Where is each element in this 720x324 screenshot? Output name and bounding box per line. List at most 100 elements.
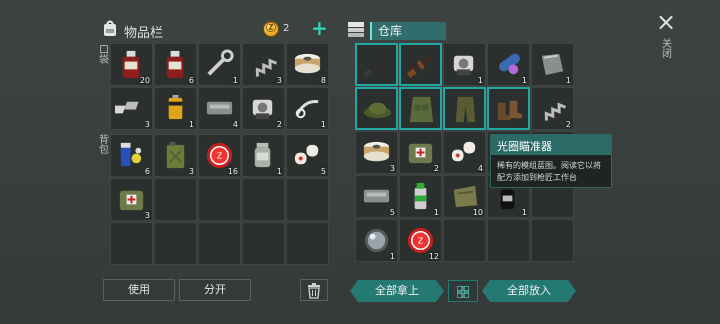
put-all-button[interactable]: 全部放入 bbox=[482, 280, 576, 302]
blood-bottle-icon bbox=[166, 50, 184, 79]
item-slot-jerrycan[interactable]: 3 bbox=[154, 134, 197, 177]
item-slot-bottle-cap[interactable]: Z 12 bbox=[399, 219, 442, 262]
pants-icon bbox=[455, 96, 476, 123]
item-count: 2 bbox=[565, 120, 571, 129]
item-slot-bandage[interactable]: 5 bbox=[286, 134, 329, 177]
item-slot-metal-chunk[interactable]: 1 bbox=[531, 43, 574, 86]
empty-slot[interactable] bbox=[286, 222, 329, 265]
boots-icon bbox=[497, 100, 523, 121]
sort-button[interactable] bbox=[448, 280, 478, 302]
item-slot-ak-rifle[interactable] bbox=[399, 43, 442, 86]
item-slot-scrap-metal[interactable]: 3 bbox=[110, 87, 153, 130]
item-slot-engine-part[interactable]: 2 bbox=[242, 87, 285, 130]
metal-plate-icon bbox=[363, 189, 390, 203]
item-count: 1 bbox=[521, 76, 527, 85]
grid-sort-icon bbox=[456, 285, 470, 299]
tooltip-title: 光圈瞄准器 bbox=[491, 135, 611, 155]
engine-part-icon bbox=[453, 55, 474, 76]
item-slot-spring[interactable]: 2 bbox=[531, 87, 574, 130]
item-slot-lens[interactable]: 1 bbox=[355, 219, 398, 262]
close-label[interactable]: 关闭 bbox=[661, 40, 673, 60]
empty-slot[interactable] bbox=[286, 178, 329, 221]
item-slot-bottle-cap[interactable]: Z 16 bbox=[198, 134, 241, 177]
item-slot-metal-plate[interactable]: 4 bbox=[198, 87, 241, 130]
item-slot-spring[interactable]: 3 bbox=[242, 43, 285, 86]
item-tooltip: 光圈瞄准器 稀有的模组蓝图。阅读它以将配方添加到枪匠工作台 bbox=[490, 134, 612, 188]
inventory-title: 物品栏 bbox=[124, 26, 164, 41]
pocket-grid: 20 6 1 3 8 3 1 4 2 1 bbox=[110, 43, 329, 130]
item-slot-thread-spool[interactable]: 8 bbox=[286, 43, 329, 86]
item-slot-bandage[interactable]: 4 bbox=[443, 131, 486, 174]
empty-slot[interactable] bbox=[154, 222, 197, 265]
item-slot-scope-part[interactable]: 1 bbox=[286, 87, 329, 130]
item-slot-metal-plate[interactable]: 5 bbox=[355, 175, 398, 218]
backpack-grid: 6 3 Z 16 1 5 3 bbox=[110, 134, 329, 265]
split-button[interactable]: 分开 bbox=[179, 279, 251, 301]
item-slot-cloth-bag[interactable]: 10 bbox=[443, 175, 486, 218]
item-slot-engine-part[interactable]: 1 bbox=[443, 43, 486, 86]
pocket-label: 口袋 bbox=[99, 45, 109, 66]
use-button[interactable]: 使用 bbox=[103, 279, 175, 301]
blueprint-roll-icon bbox=[499, 53, 520, 75]
jar-icon bbox=[254, 142, 271, 168]
empty-slot[interactable] bbox=[443, 219, 486, 262]
empty-slot[interactable] bbox=[110, 222, 153, 265]
item-count: 1 bbox=[521, 208, 527, 217]
trash-button[interactable] bbox=[300, 279, 328, 301]
empty-slot[interactable] bbox=[154, 178, 197, 221]
spring-icon bbox=[255, 58, 278, 77]
item-slot-blood-bottle[interactable]: 6 bbox=[154, 43, 197, 86]
item-count: 20 bbox=[139, 76, 150, 85]
battery-icon bbox=[168, 94, 183, 120]
thread-spool-icon bbox=[294, 53, 321, 74]
item-slot-medkit-bag[interactable]: 3 bbox=[110, 178, 153, 221]
cap-hat-icon bbox=[363, 102, 392, 119]
item-count: 1 bbox=[565, 76, 571, 85]
empty-slot[interactable] bbox=[198, 222, 241, 265]
item-count: 3 bbox=[389, 164, 395, 173]
item-slot-spray-can[interactable]: 1 bbox=[399, 175, 442, 218]
item-slot-blueprint-roll[interactable]: 1 bbox=[487, 43, 530, 86]
item-slot-pills[interactable]: 6 bbox=[110, 134, 153, 177]
item-slot-rifle[interactable] bbox=[355, 43, 398, 86]
bandage-icon bbox=[294, 144, 319, 165]
item-count: 6 bbox=[188, 76, 194, 85]
wrench-icon bbox=[207, 49, 234, 76]
storage-title: 仓库 bbox=[370, 22, 446, 40]
item-slot-thread-spool[interactable]: 3 bbox=[355, 131, 398, 174]
item-slot-jar[interactable]: 1 bbox=[242, 134, 285, 177]
item-count: 6 bbox=[144, 167, 150, 176]
pills-icon bbox=[120, 142, 142, 167]
empty-slot[interactable] bbox=[242, 178, 285, 221]
lens-icon bbox=[364, 228, 389, 253]
empty-slot[interactable] bbox=[198, 178, 241, 221]
empty-slot[interactable] bbox=[487, 219, 530, 262]
metal-chunk-icon bbox=[541, 53, 564, 76]
item-slot-boots[interactable] bbox=[487, 87, 530, 130]
add-coins-button[interactable]: + bbox=[311, 18, 328, 38]
empty-slot[interactable] bbox=[242, 222, 285, 265]
item-count: 3 bbox=[144, 211, 150, 220]
scope-part-icon bbox=[295, 100, 319, 119]
item-count: 5 bbox=[320, 167, 326, 176]
empty-slot[interactable] bbox=[531, 219, 574, 262]
spring-icon bbox=[544, 102, 567, 121]
item-slot-vest[interactable] bbox=[399, 87, 442, 130]
bandage-icon bbox=[451, 141, 476, 162]
svg-text:Z: Z bbox=[217, 151, 222, 160]
item-slot-battery[interactable]: 1 bbox=[154, 87, 197, 130]
item-count: 3 bbox=[276, 76, 282, 85]
item-count: 3 bbox=[144, 120, 150, 129]
item-slot-wrench[interactable]: 1 bbox=[198, 43, 241, 86]
item-count: 5 bbox=[389, 208, 395, 217]
item-count: 1 bbox=[320, 120, 326, 129]
take-all-button[interactable]: 全部拿上 bbox=[350, 280, 444, 302]
metal-plate-icon bbox=[206, 101, 233, 115]
item-slot-medkit-bag[interactable]: 2 bbox=[399, 131, 442, 174]
close-icon[interactable]: × bbox=[656, 8, 676, 36]
jerrycan-icon bbox=[166, 141, 185, 169]
item-slot-cap-hat[interactable] bbox=[355, 87, 398, 130]
rifle-icon bbox=[361, 53, 392, 78]
item-slot-blood-bottle[interactable]: 20 bbox=[110, 43, 153, 86]
item-slot-pants[interactable] bbox=[443, 87, 486, 130]
